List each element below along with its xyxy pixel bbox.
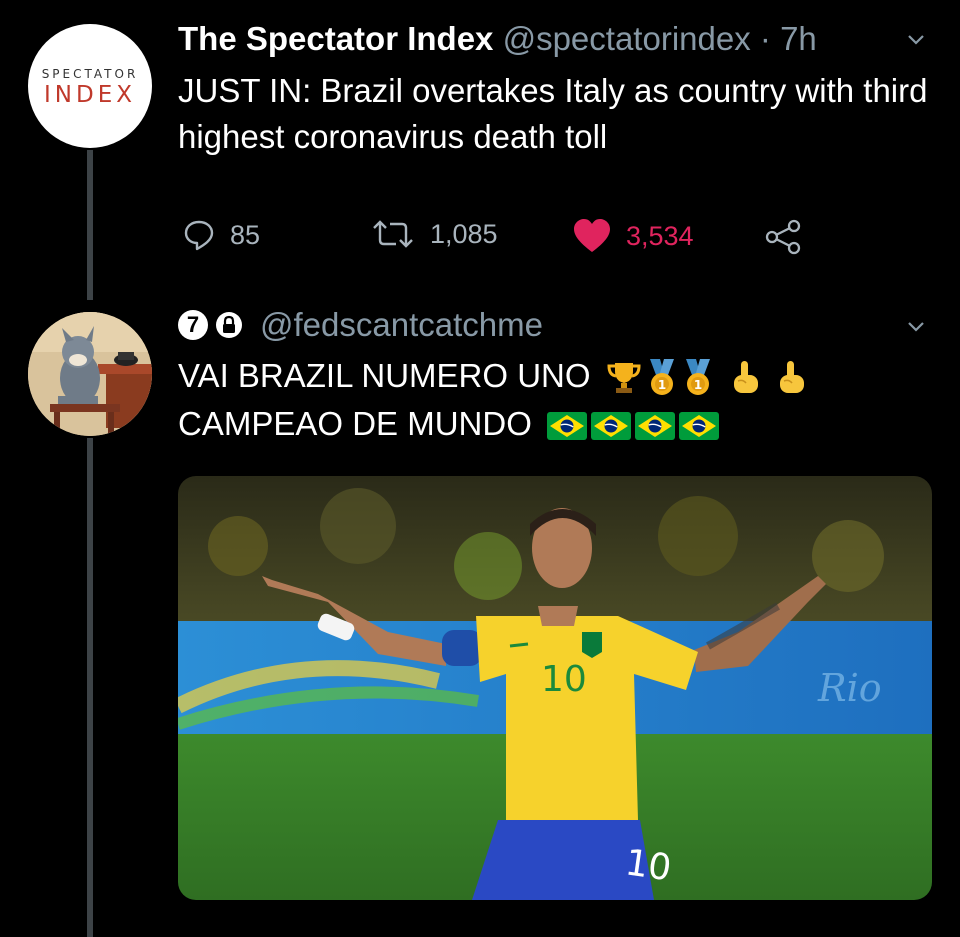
- pointing-up-emoji: [774, 359, 808, 397]
- reply-icon: [182, 218, 216, 252]
- reply-line-text: CAMPEAO DE MUNDO: [178, 405, 532, 442]
- svg-text:Rio: Rio: [817, 666, 882, 710]
- separator-dot: ·: [759, 20, 771, 57]
- avatar-text: INDEX: [44, 81, 136, 108]
- like-count: 3,534: [626, 220, 694, 251]
- trophy-emoji: [606, 359, 642, 397]
- chevron-down-icon[interactable]: [906, 317, 926, 337]
- emoji-row: 1 1: [606, 359, 808, 397]
- timestamp[interactable]: 7h: [780, 20, 817, 57]
- brazil-flag-emoji: [679, 412, 720, 441]
- gold-medal-emoji: 1: [682, 359, 714, 397]
- retweet-button[interactable]: 1,085: [370, 218, 498, 250]
- number-badge: 7: [178, 310, 208, 340]
- brazil-flag-emoji: [591, 412, 632, 441]
- brazil-flag-emoji: [547, 412, 588, 441]
- heart-icon: [572, 218, 612, 254]
- gold-medal-emoji: 1: [646, 359, 678, 397]
- reply-header: 7 @fedscantcatchme: [178, 306, 543, 344]
- reply-button[interactable]: 85: [182, 218, 260, 252]
- tweet-actions: 85 1,085 3,534: [0, 218, 960, 258]
- author-handle[interactable]: @fedscantcatchme: [260, 306, 543, 344]
- svg-text:10: 10: [541, 659, 587, 700]
- tweet-header: The Spectator Index @spectatorindex · 7h: [178, 20, 817, 58]
- svg-text:1: 1: [694, 378, 702, 392]
- spectator-index-avatar[interactable]: SPECTATOR INDEX: [28, 24, 152, 148]
- reply-line: VAI BRAZIL NUMERO UNO 1 1: [178, 352, 948, 400]
- author-handle[interactable]: @spectatorindex: [503, 20, 751, 57]
- lock-icon: [214, 310, 244, 340]
- avatar-text: SPECTATOR: [41, 66, 139, 81]
- share-icon: [764, 219, 802, 255]
- tweet-text: JUST IN: Brazil overtakes Italy as count…: [178, 72, 928, 155]
- emoji-row: [547, 412, 720, 441]
- brazil-flag-emoji: [635, 412, 676, 441]
- reply-media-image[interactable]: Rio 10 10: [178, 476, 932, 900]
- reply-line-text: VAI BRAZIL NUMERO UNO: [178, 357, 591, 394]
- reply-avatar[interactable]: [28, 312, 152, 436]
- reply-count: 85: [230, 219, 261, 250]
- chevron-down-icon[interactable]: [906, 30, 926, 50]
- share-button[interactable]: [764, 219, 802, 255]
- retweet-icon: [370, 218, 416, 250]
- reply-line: CAMPEAO DE MUNDO: [178, 400, 948, 448]
- thread-line: [87, 438, 93, 937]
- pointing-up-emoji: [728, 359, 762, 397]
- author-name[interactable]: The Spectator Index: [178, 20, 493, 57]
- svg-text:1: 1: [658, 378, 666, 392]
- reply-text: VAI BRAZIL NUMERO UNO 1 1 CAMPEAO DE MUN…: [178, 352, 948, 448]
- svg-text:10: 10: [623, 842, 674, 889]
- retweet-count: 1,085: [430, 218, 498, 249]
- like-button[interactable]: 3,534: [572, 218, 694, 254]
